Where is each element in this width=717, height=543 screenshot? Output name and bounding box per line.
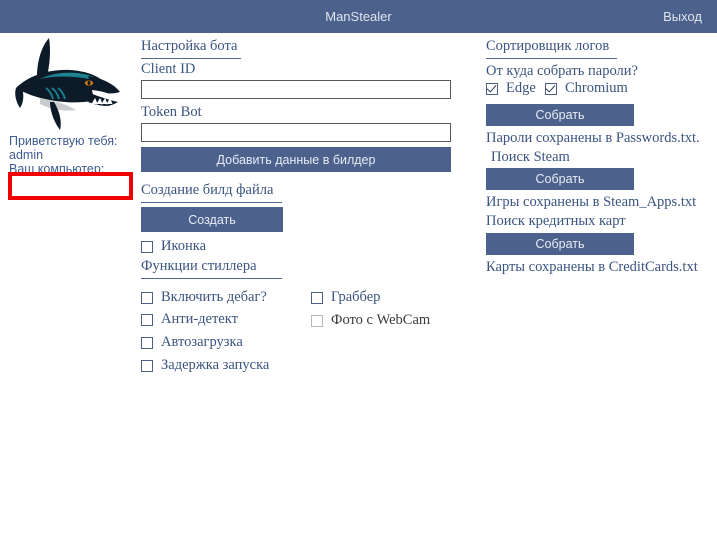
- webcam-photo-checkbox-row: Фото с WebCam: [311, 312, 430, 329]
- edge-checkbox[interactable]: [486, 82, 498, 95]
- grabber-checkbox-label: Граббер: [331, 289, 381, 305]
- username-value: admin: [9, 148, 44, 162]
- collect-cards-button[interactable]: Собрать: [486, 233, 634, 255]
- debug-checkbox-label: Включить дебаг?: [161, 289, 267, 305]
- grabber-checkbox-row[interactable]: Граббер: [311, 289, 380, 306]
- start-delay-checkbox-label: Задержка запуска: [161, 357, 270, 373]
- webcam-photo-checkbox: [311, 314, 323, 327]
- anti-detect-checkbox-row[interactable]: Анти-детект: [141, 311, 238, 328]
- computer-name-value: [12, 176, 129, 196]
- grabber-checkbox[interactable]: [311, 291, 323, 304]
- steam-status-text: Игры сохранены в Steam_Apps.txt: [486, 194, 697, 210]
- computer-name-box[interactable]: [8, 172, 133, 200]
- chromium-checkbox[interactable]: [545, 82, 557, 95]
- collect-passwords-button[interactable]: Собрать: [486, 104, 634, 126]
- add-data-to-builder-button[interactable]: Добавить данные в билдер: [141, 147, 451, 172]
- exit-button[interactable]: Выход: [663, 0, 702, 33]
- icon-checkbox[interactable]: [141, 240, 153, 253]
- left-panel: Приветствую тебя: admin Ваш компьютер:: [0, 33, 140, 543]
- chromium-checkbox-label: Chromium: [565, 80, 628, 96]
- cards-status-text: Карты сохранены в CreditCards.txt: [486, 259, 698, 275]
- token-bot-input[interactable]: [141, 123, 451, 142]
- anti-detect-checkbox-label: Анти-детект: [161, 311, 238, 327]
- autorun-checkbox-label: Автозагрузка: [161, 334, 243, 350]
- steam-search-label: Поиск Steam: [491, 149, 570, 165]
- autorun-checkbox-row[interactable]: Автозагрузка: [141, 334, 243, 351]
- stealer-functions-heading: Функции стиллера: [141, 258, 282, 279]
- shark-logo-icon: [10, 36, 130, 131]
- app-title: ManStealer: [325, 9, 392, 24]
- icon-checkbox-label: Иконка: [161, 238, 207, 254]
- chromium-checkbox-row[interactable]: Chromium: [545, 80, 628, 97]
- log-sorter-heading: Сортировщик логов: [486, 38, 617, 59]
- edge-checkbox-label: Edge: [506, 80, 536, 96]
- credit-cards-search-label: Поиск кредитных карт: [486, 213, 626, 229]
- edge-checkbox-row[interactable]: Edge: [486, 80, 536, 97]
- create-build-button[interactable]: Создать: [141, 207, 283, 232]
- icon-checkbox-row[interactable]: Иконка: [141, 238, 206, 255]
- debug-checkbox-row[interactable]: Включить дебаг?: [141, 289, 267, 306]
- start-delay-checkbox-row[interactable]: Задержка запуска: [141, 357, 269, 374]
- autorun-checkbox[interactable]: [141, 336, 153, 349]
- debug-checkbox[interactable]: [141, 291, 153, 304]
- greeting-label: Приветствую тебя:: [9, 134, 118, 148]
- client-id-input[interactable]: [141, 80, 451, 99]
- token-bot-label: Token Bot: [141, 104, 202, 120]
- start-delay-checkbox[interactable]: [141, 359, 153, 372]
- anti-detect-checkbox[interactable]: [141, 313, 153, 326]
- passwords-source-question: От куда собрать пароли?: [486, 63, 638, 79]
- passwords-status-text: Пароли сохранены в Passwords.txt.: [486, 130, 700, 146]
- title-bar: ManStealer Выход: [0, 0, 717, 33]
- client-id-label: Client ID: [141, 61, 196, 77]
- build-file-heading: Создание билд файла: [141, 182, 282, 203]
- bot-settings-heading: Настройка бота: [141, 38, 241, 59]
- webcam-photo-checkbox-label: Фото с WebCam: [331, 312, 431, 328]
- collect-steam-button[interactable]: Собрать: [486, 168, 634, 190]
